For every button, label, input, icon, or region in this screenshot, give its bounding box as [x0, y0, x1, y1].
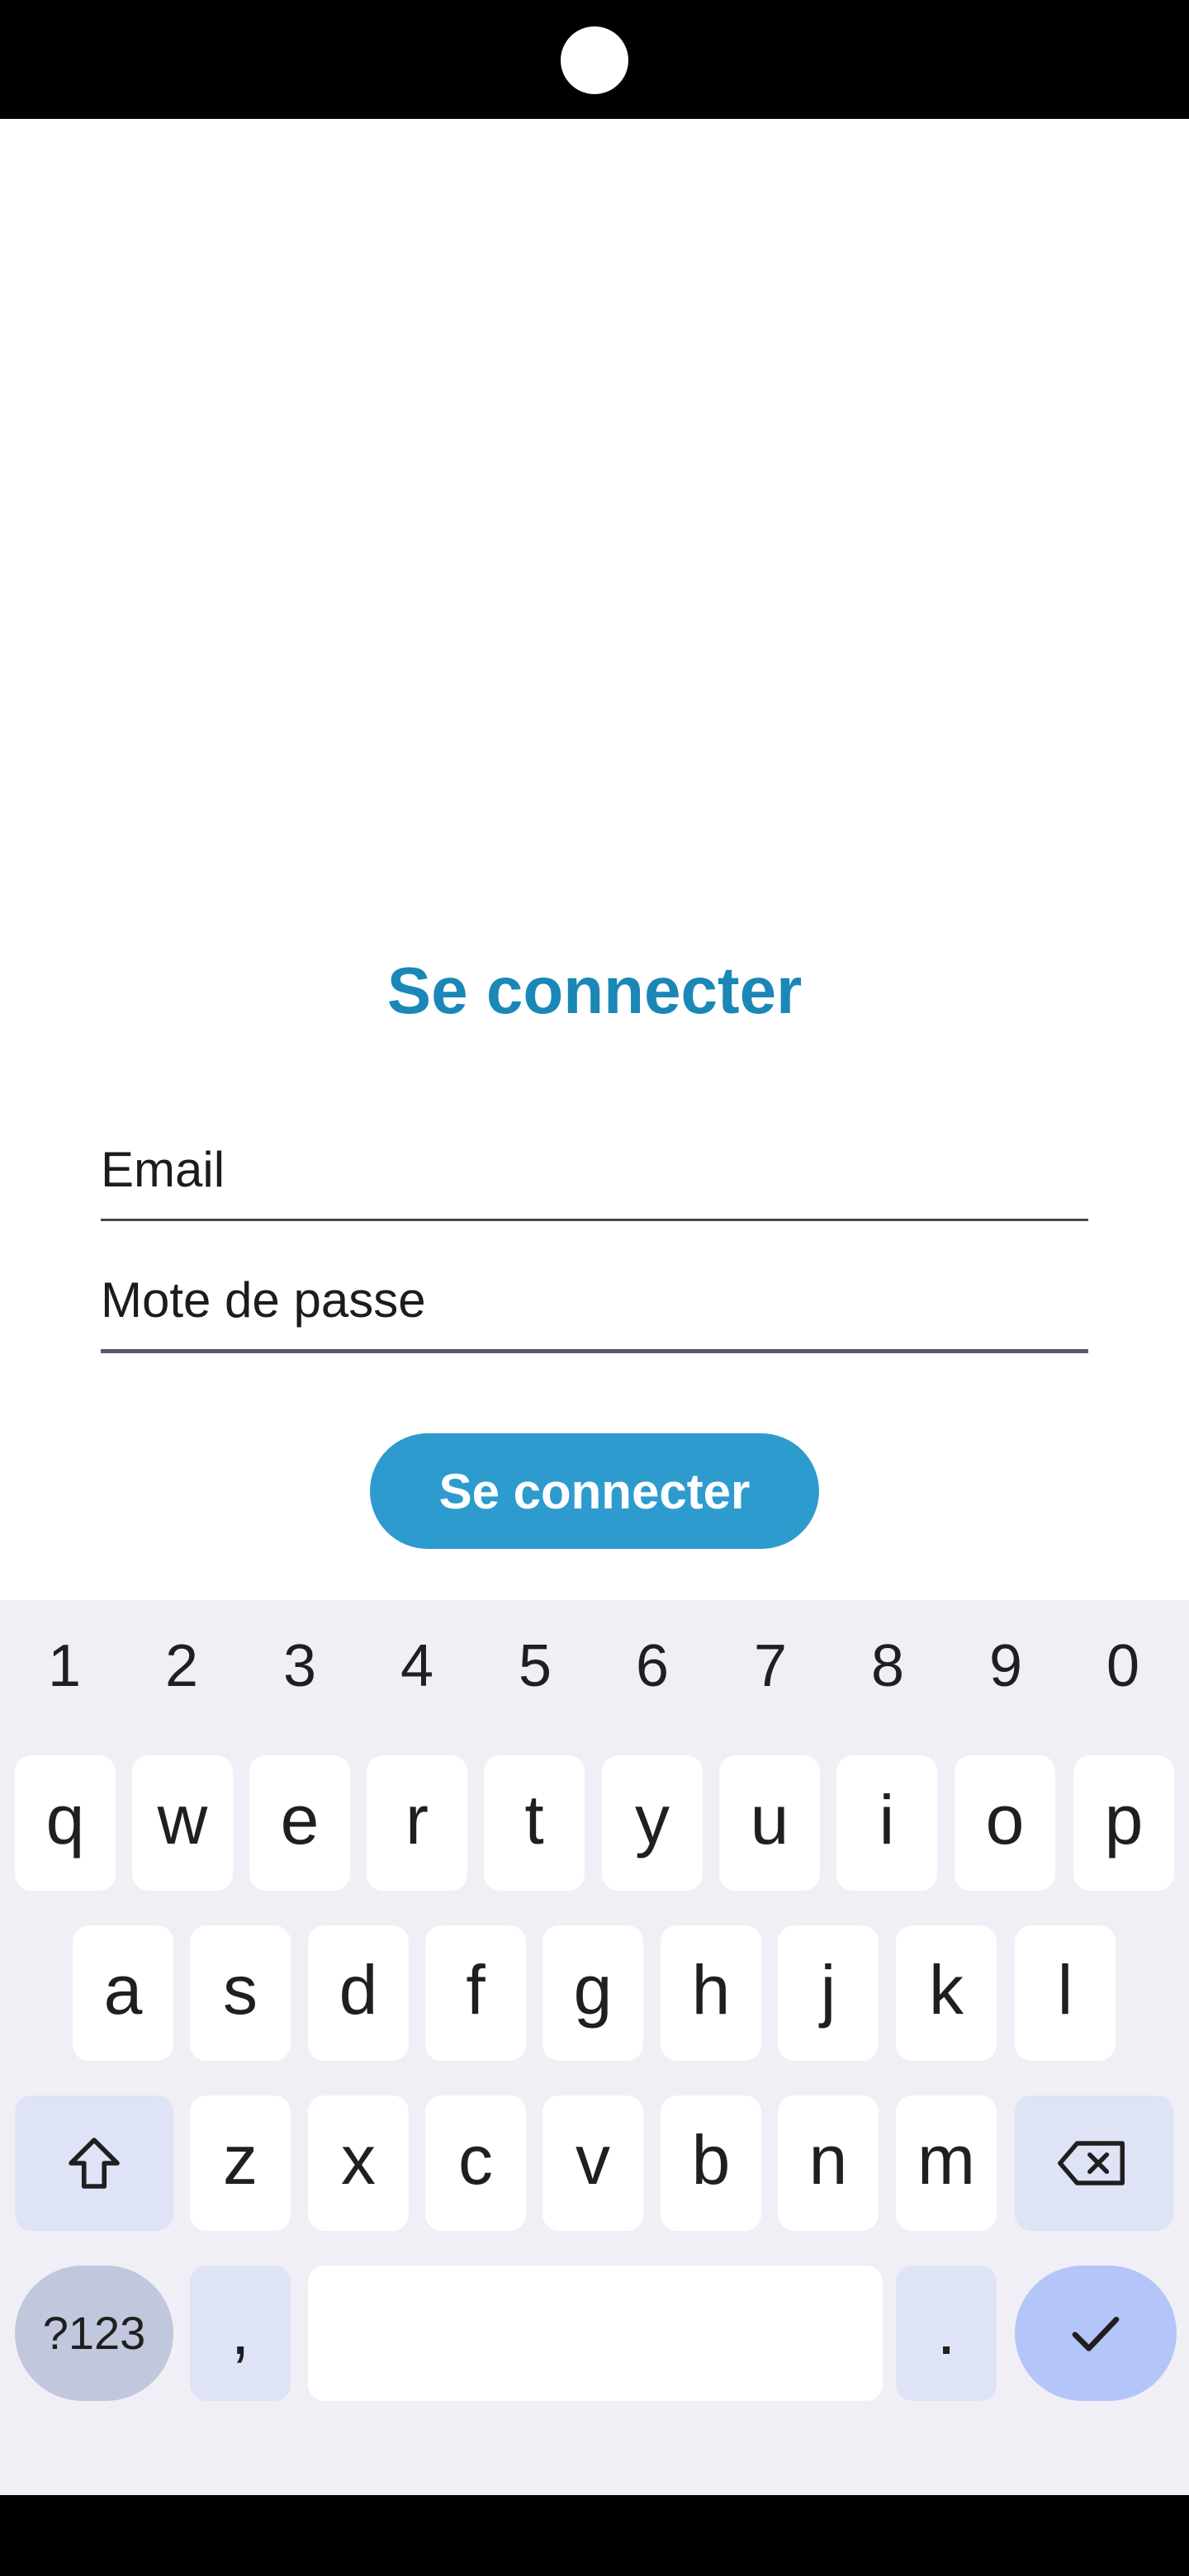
- status-bar: [0, 0, 1189, 119]
- navigation-bar: [0, 2495, 1189, 2576]
- key-b[interactable]: b: [661, 2095, 761, 2231]
- soft-keyboard: 1 2 3 4 5 6 7 8 9 0 q w e r t y u i o p …: [0, 1600, 1189, 2495]
- key-r[interactable]: r: [367, 1755, 467, 1891]
- key-5[interactable]: 5: [494, 1625, 576, 1707]
- key-g[interactable]: g: [542, 1925, 643, 2061]
- space-key[interactable]: [308, 2266, 883, 2401]
- key-1[interactable]: 1: [23, 1625, 106, 1707]
- key-s[interactable]: s: [190, 1925, 291, 2061]
- key-j[interactable]: j: [778, 1925, 879, 2061]
- key-a[interactable]: a: [73, 1925, 173, 2061]
- key-x[interactable]: x: [308, 2095, 409, 2231]
- key-p[interactable]: p: [1073, 1755, 1174, 1891]
- number-row: 1 2 3 4 5 6 7 8 9 0: [0, 1625, 1189, 1707]
- key-t[interactable]: t: [484, 1755, 585, 1891]
- backspace-icon: [1058, 2141, 1125, 2185]
- key-v[interactable]: v: [542, 2095, 643, 2231]
- key-3[interactable]: 3: [258, 1625, 341, 1707]
- shift-arrow-icon: [69, 2138, 120, 2189]
- shift-key[interactable]: [15, 2095, 173, 2231]
- phone-frame: Se connecter Email Mote de passe Se conn…: [0, 0, 1189, 2576]
- key-u[interactable]: u: [719, 1755, 820, 1891]
- email-label: Email: [101, 1142, 225, 1197]
- backspace-key[interactable]: [1015, 2095, 1173, 2231]
- key-6[interactable]: 6: [611, 1625, 694, 1707]
- key-h[interactable]: h: [661, 1925, 761, 2061]
- key-4[interactable]: 4: [376, 1625, 458, 1707]
- key-0[interactable]: 0: [1082, 1625, 1164, 1707]
- password-field[interactable]: Mote de passe: [101, 1271, 1088, 1353]
- key-8[interactable]: 8: [846, 1625, 929, 1707]
- key-i[interactable]: i: [836, 1755, 937, 1891]
- key-7[interactable]: 7: [729, 1625, 812, 1707]
- enter-key[interactable]: [1015, 2266, 1177, 2401]
- checkmark-icon: [1072, 2317, 1120, 2351]
- period-key[interactable]: .: [896, 2266, 997, 2401]
- comma-key[interactable]: ,: [190, 2266, 291, 2401]
- key-d[interactable]: d: [308, 1925, 409, 2061]
- key-m[interactable]: m: [896, 2095, 997, 2231]
- key-c[interactable]: c: [425, 2095, 526, 2231]
- key-f[interactable]: f: [425, 1925, 526, 2061]
- key-z[interactable]: z: [190, 2095, 291, 2231]
- front-camera: [561, 26, 628, 94]
- key-q[interactable]: q: [15, 1755, 116, 1891]
- key-k[interactable]: k: [896, 1925, 997, 2061]
- key-w[interactable]: w: [132, 1755, 233, 1891]
- key-l[interactable]: l: [1015, 1925, 1116, 2061]
- page-title: Se connecter: [386, 954, 803, 1027]
- symbols-key[interactable]: ?123: [15, 2266, 173, 2401]
- key-n[interactable]: n: [778, 2095, 879, 2231]
- email-field[interactable]: Email: [101, 1141, 1088, 1221]
- password-label: Mote de passe: [101, 1272, 426, 1328]
- login-button[interactable]: Se connecter: [370, 1433, 819, 1549]
- key-o[interactable]: o: [955, 1755, 1055, 1891]
- key-e[interactable]: e: [249, 1755, 350, 1891]
- key-9[interactable]: 9: [964, 1625, 1047, 1707]
- key-2[interactable]: 2: [140, 1625, 223, 1707]
- key-y[interactable]: y: [602, 1755, 703, 1891]
